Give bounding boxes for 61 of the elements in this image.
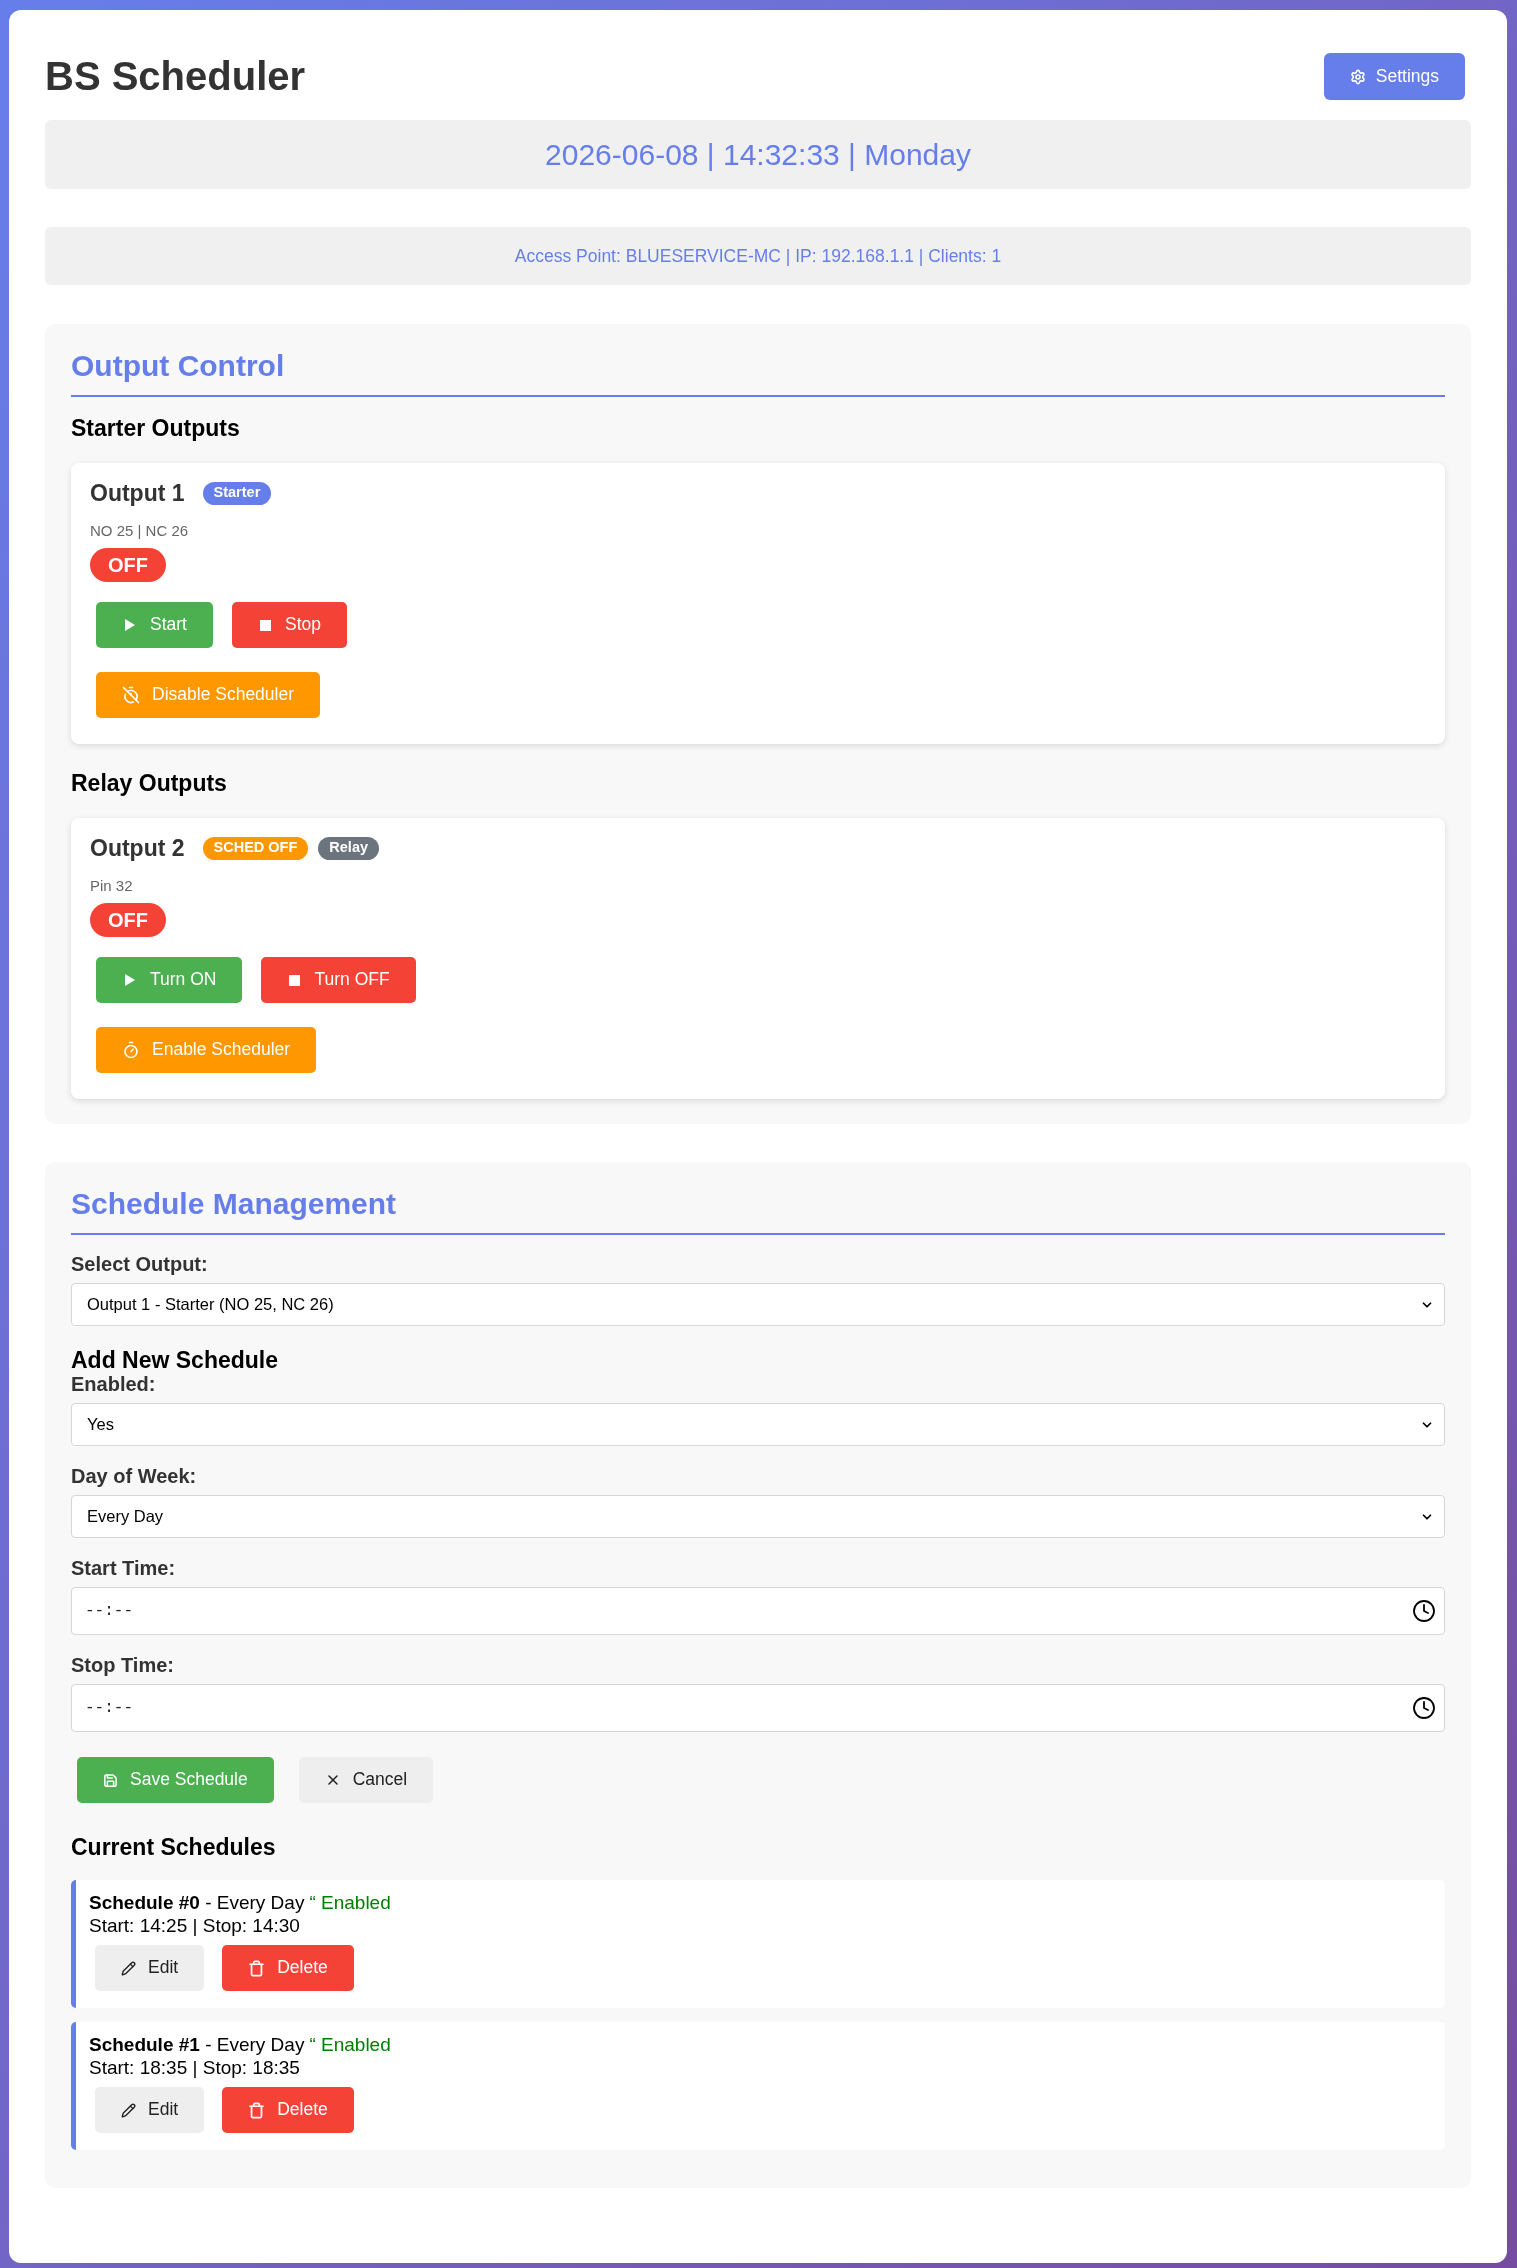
delete-button[interactable]: Delete (222, 2087, 354, 2133)
output-badge: Starter (202, 481, 272, 505)
save-button[interactable]: Save Schedule (77, 1757, 274, 1803)
edit-button[interactable]: Edit (95, 1945, 205, 1991)
dropdown-field[interactable]: Every Day (71, 1495, 1445, 1538)
stop-icon (259, 619, 271, 631)
settings-button[interactable]: Settings (1323, 53, 1465, 100)
scheduler-toggle-button[interactable]: Disable Scheduler (96, 672, 321, 718)
section-heading: Schedule Management (71, 1186, 397, 1221)
dropdown-field[interactable]: Yes (71, 1403, 1445, 1446)
schedule-title: Schedule #0 - Every Day (89, 1891, 305, 1914)
stop-icon (289, 974, 301, 986)
time-input-field[interactable]: --:-- (71, 1587, 1445, 1635)
pencil-icon (121, 2102, 136, 2118)
trash-icon (248, 2101, 266, 2119)
date-time-bar: 2026-06-08 | 14:32:33 | Monday (45, 120, 1471, 189)
pin-info: Pin 32 (90, 877, 133, 894)
section-heading: Output Control (71, 348, 285, 383)
schedule-status: “ Enabled (309, 2033, 391, 2056)
schedule-times: Start: 14:25 | Stop: 14:30 (89, 1914, 300, 1937)
app-title: BS Scheduler (45, 53, 306, 100)
time-input-field[interactable]: --:-- (71, 1684, 1445, 1732)
field-label: Select Output: (71, 1253, 208, 1276)
network-info-bar: Access Point: BLUESERVICE-MC | IP: 192.168.1.1 | Clients: 1 (45, 227, 1471, 285)
output-badge: SCHED OFF (202, 836, 309, 860)
field-label: Day of Week: (71, 1465, 197, 1488)
list-heading: Current Schedules (71, 1834, 276, 1860)
save-icon (103, 1772, 118, 1788)
output-name: Output 1 (90, 480, 185, 506)
play-icon (125, 974, 135, 986)
schedule-title: Schedule #1 - Every Day (89, 2033, 305, 2056)
output-badge: Relay (318, 836, 380, 860)
schedule-times: Start: 18:35 | Stop: 18:35 (89, 2056, 300, 2079)
schedule-status: “ Enabled (309, 1891, 391, 1914)
settings-icon (1349, 68, 1366, 85)
power-off-button[interactable]: Stop (231, 602, 347, 648)
timer-off-icon (122, 686, 140, 704)
play-icon (125, 619, 135, 631)
output-name: Output 2 (90, 835, 185, 861)
status-pill: OFF (90, 548, 166, 582)
pencil-icon (121, 1960, 136, 1976)
power-on-button[interactable]: Start (96, 602, 213, 648)
edit-button[interactable]: Edit (95, 2087, 205, 2133)
group-heading: Starter Outputs (71, 415, 240, 441)
power-on-button[interactable]: Turn ON (96, 957, 243, 1003)
power-off-button[interactable]: Turn OFF (261, 957, 416, 1003)
trash-icon (248, 1959, 266, 1977)
delete-button[interactable]: Delete (222, 1945, 354, 1991)
stopwatch-icon (122, 1041, 140, 1059)
group-heading: Relay Outputs (71, 770, 227, 796)
field-label: Stop Time: (71, 1654, 174, 1677)
clock-icon (1412, 1599, 1436, 1623)
field-label: Start Time: (71, 1557, 176, 1580)
cancel-button[interactable]: Cancel (298, 1757, 434, 1803)
dropdown-field[interactable]: Output 1 - Starter (NO 25, NC 26) (71, 1283, 1445, 1326)
scheduler-toggle-button[interactable]: Enable Scheduler (96, 1027, 317, 1073)
form-heading: Add New Schedule (71, 1347, 279, 1373)
field-label: Enabled: (71, 1373, 156, 1396)
status-pill: OFF (90, 903, 166, 937)
pin-info: NO 25 | NC 26 (90, 522, 189, 539)
clock-icon (1412, 1696, 1436, 1720)
